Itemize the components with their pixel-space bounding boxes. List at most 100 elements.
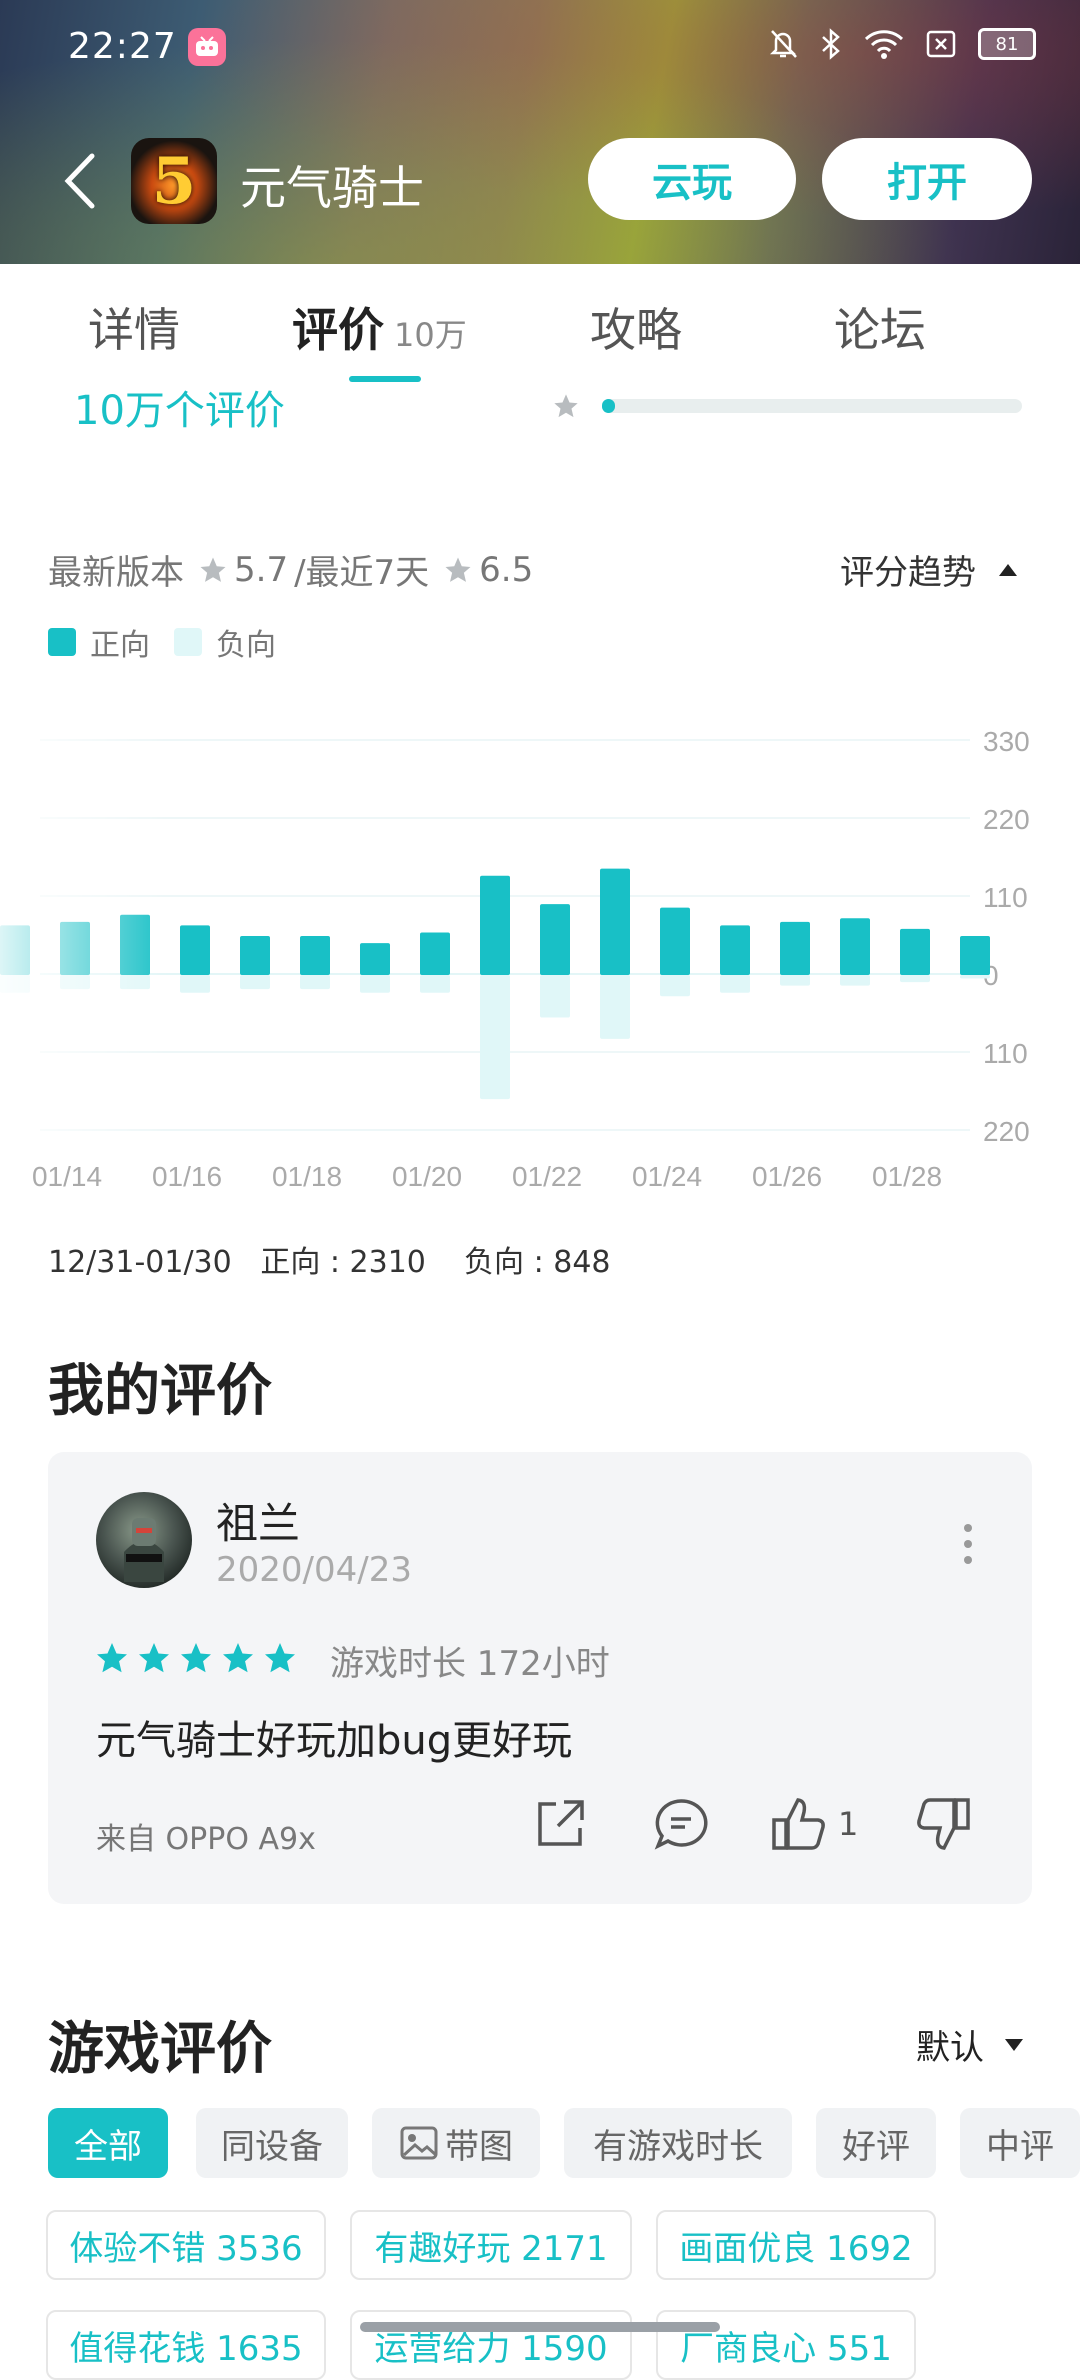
filter-positive[interactable]: 好评 — [816, 2108, 936, 2178]
home-indicator[interactable] — [360, 2322, 720, 2332]
bar-positive — [960, 936, 990, 975]
legend-positive: 正向 — [90, 628, 150, 663]
app-icon: 5 — [131, 138, 217, 224]
summary-positive: 正向 : 2310 — [260, 1245, 426, 1280]
chart-legend: 正向 负向 — [48, 620, 276, 664]
app-icon-glyph: 5 — [151, 143, 197, 219]
bar-negative — [240, 975, 270, 990]
bluetooth-icon — [822, 28, 840, 60]
summary-range: 12/31-01/30 — [48, 1245, 232, 1280]
x-tick-label: 01/28 — [872, 1161, 942, 1192]
latest-version-score: 5.7 — [234, 549, 289, 590]
y-tick-label: 110 — [983, 882, 1028, 913]
summary-negative: 负向 : 848 — [464, 1245, 611, 1280]
bar-positive — [660, 907, 690, 975]
legend-swatch-negative — [174, 628, 202, 656]
bar-positive — [300, 936, 330, 975]
mute-bell-icon — [769, 30, 797, 58]
like-button[interactable]: 1 — [770, 1796, 858, 1852]
tab-guides[interactable]: 攻略 — [590, 294, 682, 360]
filter-all[interactable]: 全部 — [48, 2108, 168, 2178]
tab-forum[interactable]: 论坛 — [834, 294, 926, 360]
top-nav: 5 元气骑士 云玩 打开 — [0, 130, 1080, 230]
caret-up-icon — [999, 563, 1017, 576]
review-stars — [94, 1640, 298, 1676]
bar-negative — [300, 975, 330, 990]
filter-with-image-label: 带图 — [445, 2126, 513, 2167]
bar-negative — [960, 975, 990, 979]
bar-positive — [180, 925, 210, 975]
legend-swatch-positive — [48, 628, 76, 656]
bar-positive — [420, 932, 450, 975]
x-tick-label: 01/26 — [752, 1161, 822, 1192]
open-button[interactable]: 打开 — [822, 138, 1032, 220]
tab-reviews[interactable]: 评价 10万 — [292, 294, 467, 360]
bar-positive — [480, 875, 510, 975]
reviewer-name: 祖兰 — [216, 1499, 301, 1548]
status-time: 22:27 — [68, 26, 177, 67]
bar-negative — [660, 975, 690, 997]
review-count: 10万个评价 — [74, 388, 285, 434]
tag-worth-money[interactable]: 值得花钱 1635 — [46, 2310, 326, 2380]
x-tick-label: 01/22 — [512, 1161, 582, 1192]
bar-positive — [900, 928, 930, 975]
bar-negative — [360, 975, 390, 993]
tag-good-operation[interactable]: 运营给力 1590 — [350, 2310, 632, 2380]
active-tab-indicator — [349, 376, 421, 382]
star-icon — [552, 392, 580, 424]
recent-7-days-score: 6.5 — [479, 549, 534, 590]
star-filled-icon — [181, 1643, 211, 1673]
tag-fun[interactable]: 有趣好玩 2171 — [350, 2210, 632, 2280]
filter-same-device[interactable]: 同设备 — [196, 2108, 348, 2178]
image-icon — [400, 2126, 438, 2160]
my-review-title: 我的评价 — [48, 1359, 272, 1424]
cloud-play-button[interactable]: 云玩 — [588, 138, 796, 220]
version-scores: 最新版本 5.7 /最近7天 6.5 — [48, 545, 533, 594]
tag-good-experience[interactable]: 体验不错 3536 — [46, 2210, 326, 2280]
star-icon — [200, 557, 226, 582]
review-device: 来自 OPPO A9x — [96, 1822, 316, 1857]
bar-negative — [480, 975, 510, 1100]
x-tick-label: 01/14 — [32, 1161, 102, 1192]
thumb-down-icon[interactable] — [914, 1796, 972, 1856]
play-time: 游戏时长 172小时 — [330, 1644, 610, 1684]
rating-progress-bar — [602, 399, 1022, 413]
tab-reviews-label: 评价 — [292, 303, 384, 357]
x-tick-label: 01/20 — [392, 1161, 462, 1192]
comment-icon[interactable] — [652, 1796, 710, 1856]
filter-with-playtime[interactable]: 有游戏时长 — [564, 2108, 792, 2178]
caret-down-icon — [1005, 2038, 1023, 2051]
bar-positive — [360, 943, 390, 975]
bar-negative — [840, 975, 870, 986]
star-filled-icon — [265, 1643, 295, 1673]
status-bar: 22:27 81 — [0, 20, 1080, 76]
tag-conscientious-developer[interactable]: 厂商良心 551 — [656, 2310, 916, 2380]
tab-reviews-count: 10万 — [394, 316, 467, 354]
avatar[interactable] — [96, 1492, 192, 1588]
bar-positive — [720, 925, 750, 975]
bar-negative — [420, 975, 450, 993]
filter-neutral[interactable]: 中评 — [960, 2108, 1080, 2178]
star-icon — [445, 557, 471, 582]
game-reviews-title: 游戏评价 — [48, 2017, 272, 2082]
bar-positive — [240, 936, 270, 975]
bilibili-app-icon — [188, 28, 226, 66]
tab-bar: 详情 评价 10万 攻略 论坛 — [0, 264, 1080, 384]
bar-positive — [780, 921, 810, 975]
bar-negative — [780, 975, 810, 986]
legend-negative: 负向 — [216, 628, 276, 663]
tab-details[interactable]: 详情 — [88, 294, 180, 360]
status-icons: 81 — [768, 28, 1036, 60]
rating-trend-toggle[interactable]: 评分趋势 — [840, 545, 1018, 594]
more-options-icon[interactable] — [964, 1524, 972, 1572]
star-filled-icon — [139, 1643, 169, 1673]
filter-with-image[interactable]: 带图 — [372, 2108, 540, 2178]
sort-dropdown[interactable]: 默认 — [916, 2020, 1024, 2069]
recent-7-days-label: /最近7天 — [294, 553, 430, 593]
share-icon[interactable] — [532, 1796, 588, 1856]
tag-good-graphics[interactable]: 画面优良 1692 — [656, 2210, 936, 2280]
thumb-up-icon — [772, 1798, 825, 1850]
back-arrow-icon[interactable] — [60, 152, 100, 214]
chart-fade — [0, 700, 170, 1140]
bar-positive — [840, 918, 870, 975]
